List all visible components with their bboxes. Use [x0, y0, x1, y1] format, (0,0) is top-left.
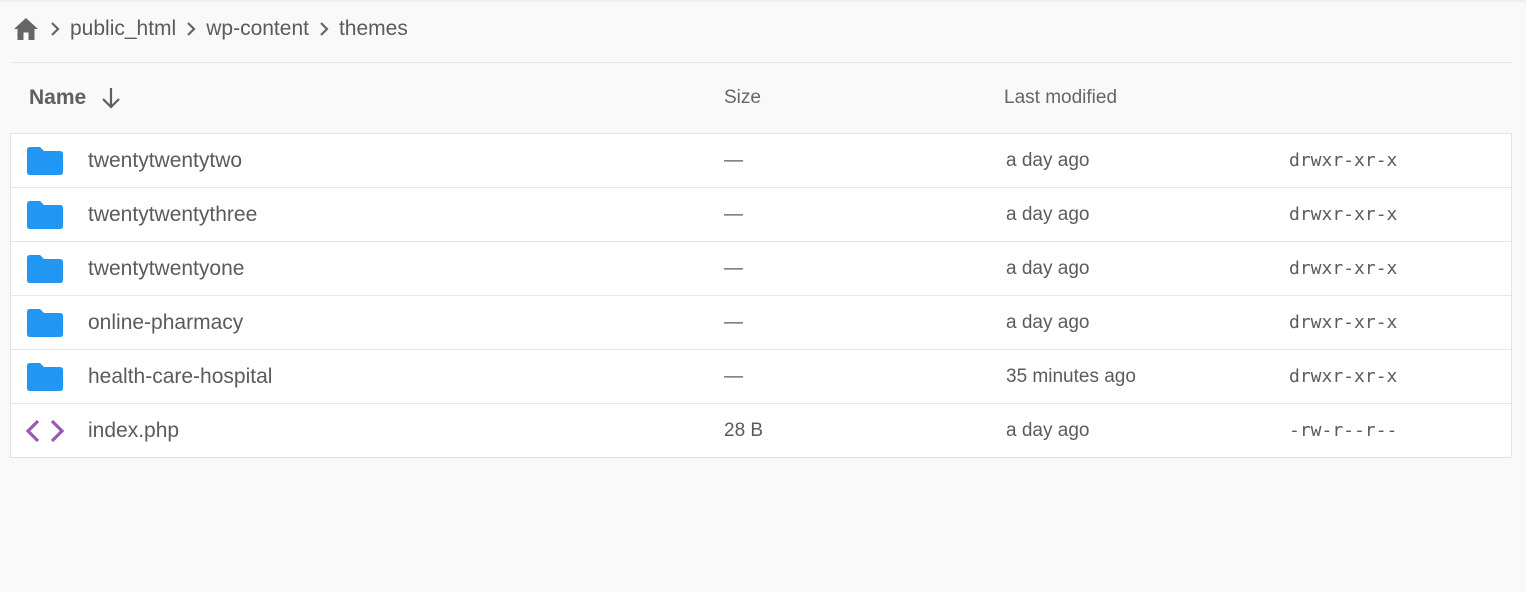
- file-permissions: drwxr-xr-x: [1289, 150, 1398, 171]
- file-name[interactable]: twentytwentyone: [88, 255, 244, 283]
- file-permissions: drwxr-xr-x: [1289, 204, 1398, 225]
- file-size: —: [724, 204, 743, 225]
- folder-icon: [25, 198, 65, 232]
- home-icon[interactable]: [12, 15, 40, 43]
- folder-icon: [25, 144, 65, 178]
- file-last-modified: a day ago: [1006, 312, 1090, 333]
- table-row[interactable]: online-pharmacy — a day ago drwxr-xr-x: [11, 295, 1511, 349]
- folder-icon: [25, 252, 65, 286]
- arrow-down-icon[interactable]: [98, 84, 124, 112]
- file-permissions: -rw-r--r--: [1289, 420, 1398, 441]
- table-header: Name Size Last modified: [10, 72, 1512, 124]
- code-file-icon: [25, 414, 65, 448]
- table-row[interactable]: twentytwentythree — a day ago drwxr-xr-x: [11, 187, 1511, 241]
- file-name[interactable]: twentytwentytwo: [88, 147, 242, 175]
- table-row[interactable]: twentytwentyone — a day ago drwxr-xr-x: [11, 241, 1511, 295]
- file-size: —: [724, 150, 743, 171]
- table-row[interactable]: index.php 28 B a day ago -rw-r--r--: [11, 403, 1511, 457]
- file-last-modified: a day ago: [1006, 258, 1090, 279]
- top-divider: [0, 0, 1526, 2]
- table-row[interactable]: twentytwentytwo — a day ago drwxr-xr-x: [11, 134, 1511, 187]
- breadcrumb-divider: [10, 62, 1512, 63]
- breadcrumb-item-wp-content[interactable]: wp-content: [206, 15, 309, 43]
- breadcrumb: public_html wp-content themes: [12, 12, 408, 46]
- file-size: —: [724, 258, 743, 279]
- chevron-right-icon: [309, 15, 339, 43]
- file-last-modified: a day ago: [1006, 150, 1090, 171]
- breadcrumb-item-public-html[interactable]: public_html: [70, 15, 176, 43]
- file-table: twentytwentytwo — a day ago drwxr-xr-x twent…: [10, 133, 1512, 458]
- last-modified-column-header[interactable]: Last modified: [1004, 86, 1117, 110]
- file-size: 28 B: [724, 420, 764, 441]
- file-last-modified: a day ago: [1006, 204, 1090, 225]
- file-permissions: drwxr-xr-x: [1289, 312, 1398, 333]
- table-row[interactable]: health-care-hospital — 35 minutes ago drwxr…: [11, 349, 1511, 403]
- folder-icon: [25, 360, 65, 394]
- size-column-header[interactable]: Size: [724, 86, 761, 110]
- chevron-right-icon: [176, 15, 206, 43]
- file-browser: public_html wp-content themes Name Size …: [0, 0, 1526, 592]
- file-name[interactable]: online-pharmacy: [88, 309, 243, 337]
- file-name[interactable]: index.php: [88, 417, 179, 445]
- file-permissions: drwxr-xr-x: [1289, 258, 1398, 279]
- breadcrumb-item-themes[interactable]: themes: [339, 15, 408, 43]
- file-name[interactable]: twentytwentythree: [88, 201, 257, 229]
- file-size: —: [724, 366, 743, 387]
- file-permissions: drwxr-xr-x: [1289, 366, 1398, 387]
- chevron-right-icon: [40, 15, 70, 43]
- name-column-label: Name: [29, 86, 87, 109]
- file-name[interactable]: health-care-hospital: [88, 363, 272, 391]
- file-size: —: [724, 312, 743, 333]
- name-column-header[interactable]: Name: [29, 84, 124, 112]
- folder-icon: [25, 306, 65, 340]
- file-last-modified: 35 minutes ago: [1006, 366, 1136, 387]
- file-last-modified: a day ago: [1006, 420, 1090, 441]
